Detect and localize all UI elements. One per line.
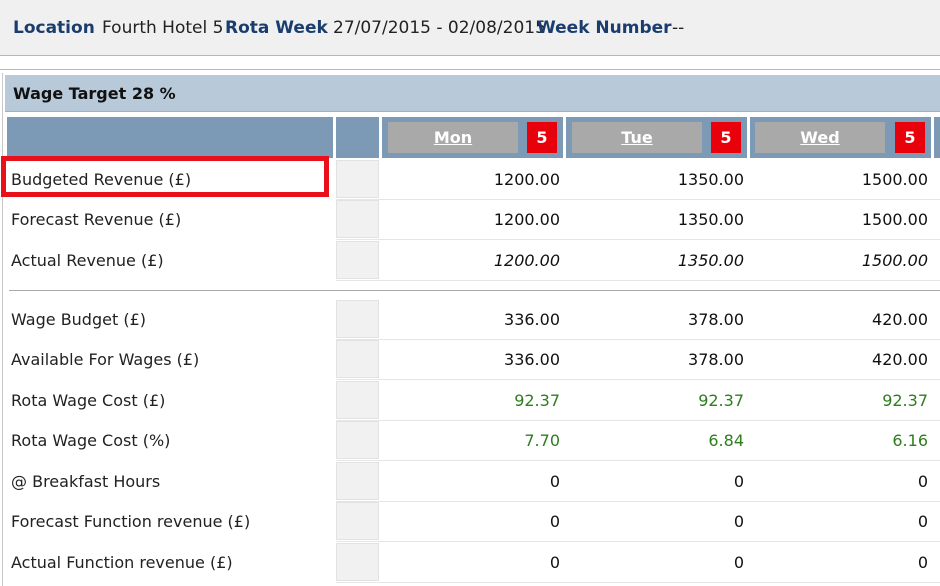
total-cell (336, 200, 379, 238)
week-number-value: -- (672, 18, 685, 38)
total-cell (336, 300, 379, 338)
value-cell: 1500.00 (861, 210, 928, 229)
wage-target-bar: Wage Target 28 % (5, 75, 940, 112)
total-cell (336, 502, 379, 540)
value-cell: 0 (549, 553, 560, 572)
value-cell: 0 (549, 472, 560, 491)
row-separator (336, 280, 940, 281)
day-badge-tue: 5 (711, 122, 741, 153)
total-column-header (336, 117, 379, 158)
value-cell: 1350.00 (677, 170, 744, 189)
row-label: Forecast Function revenue (£) (11, 512, 251, 531)
day-badge-wed: 5 (895, 122, 925, 153)
row-separator (336, 501, 940, 502)
rota-week-label: Rota Week (225, 18, 328, 38)
day-badge-mon: 5 (527, 122, 557, 153)
row-label: @ Breakfast Hours (11, 472, 161, 491)
highlight-box (1, 156, 329, 197)
row-label: Rota Wage Cost (£) (11, 391, 166, 410)
value-cell: 1500.00 (861, 251, 928, 270)
value-cell: 92.37 (514, 391, 560, 410)
separator-line (0, 69, 940, 70)
total-cell (336, 381, 379, 419)
wage-panel: Wage Target 28 % Mon 5 Tue 5 Wed 5 Budge… (1, 73, 940, 586)
value-cell: 0 (733, 512, 744, 531)
day-column-header-next (934, 117, 940, 158)
value-cell: 336.00 (504, 310, 560, 329)
value-cell: 0 (917, 553, 928, 572)
total-cell (336, 421, 379, 459)
value-cell: 378.00 (688, 350, 744, 369)
value-cell: 0 (733, 553, 744, 572)
value-cell: 92.37 (882, 391, 928, 410)
row-separator (336, 199, 940, 200)
row-separator (336, 541, 940, 542)
row-separator (336, 379, 940, 380)
label-column-header (7, 117, 333, 158)
row-separator (336, 339, 940, 340)
value-cell: 92.37 (698, 391, 744, 410)
total-cell (336, 462, 379, 500)
value-cell: 378.00 (688, 310, 744, 329)
row-separator (336, 239, 940, 240)
row-separator (336, 460, 940, 461)
location-label: Location (13, 18, 95, 38)
value-cell: 1200.00 (493, 170, 560, 189)
value-cell: 0 (733, 472, 744, 491)
value-cell: 1200.00 (493, 210, 560, 229)
row-separator (336, 582, 940, 583)
location-value: Fourth Hotel 5 (102, 18, 224, 38)
value-cell: 0 (917, 472, 928, 491)
row-label: Actual Revenue (£) (11, 251, 164, 270)
total-cell (336, 543, 379, 581)
value-cell: 0 (549, 512, 560, 531)
value-cell: 336.00 (504, 350, 560, 369)
day-link-tue[interactable]: Tue (572, 122, 702, 153)
section-divider (9, 290, 940, 291)
rota-week-value: 27/07/2015 - 02/08/2015 (333, 18, 546, 38)
value-cell: 0 (917, 512, 928, 531)
value-cell: 6.84 (708, 431, 744, 450)
filter-bar: Location Fourth Hotel 5 Rota Week 27/07/… (0, 0, 940, 56)
row-label: Actual Function revenue (£) (11, 553, 233, 572)
row-label: Forecast Revenue (£) (11, 210, 182, 229)
total-cell (336, 160, 379, 198)
value-cell: 420.00 (872, 350, 928, 369)
value-cell: 1500.00 (861, 170, 928, 189)
day-link-mon[interactable]: Mon (388, 122, 518, 153)
row-label: Available For Wages (£) (11, 350, 200, 369)
row-label: Wage Budget (£) (11, 310, 146, 329)
wage-target-title: Wage Target 28 % (13, 84, 176, 103)
value-cell: 420.00 (872, 310, 928, 329)
total-cell (336, 340, 379, 378)
row-separator (336, 420, 940, 421)
total-cell (336, 241, 379, 279)
value-cell: 1350.00 (677, 251, 744, 270)
row-label: Rota Wage Cost (%) (11, 431, 171, 450)
value-cell: 1350.00 (677, 210, 744, 229)
week-number-label: Week Number (537, 18, 672, 38)
value-cell: 6.16 (892, 431, 928, 450)
day-link-wed[interactable]: Wed (755, 122, 885, 153)
value-cell: 7.70 (524, 431, 560, 450)
value-cell: 1200.00 (493, 251, 560, 270)
